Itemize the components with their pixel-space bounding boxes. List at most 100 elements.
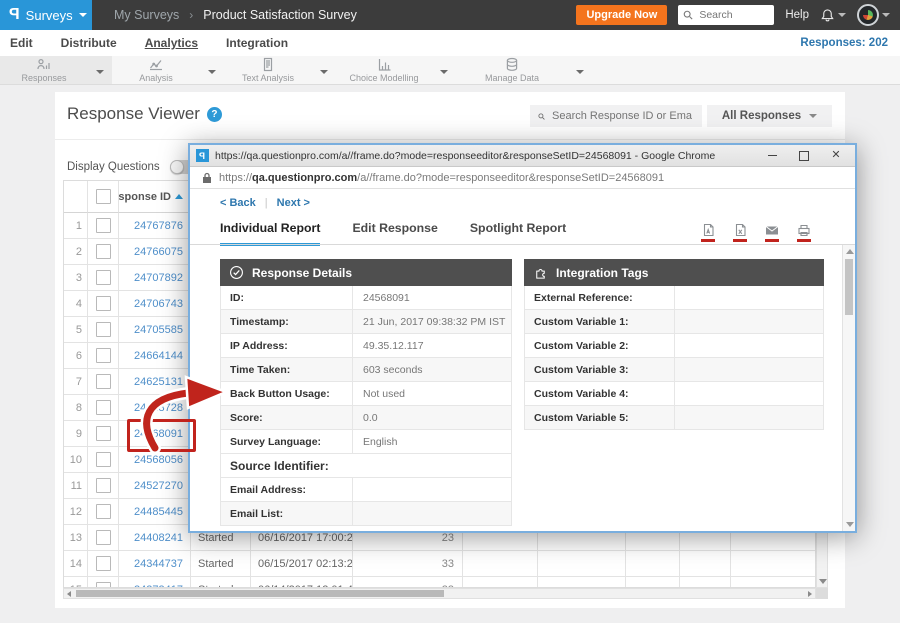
row-checkbox[interactable] [88, 239, 119, 265]
nav-distribute[interactable]: Distribute [61, 36, 117, 50]
response-id-link[interactable]: 24273417 [119, 577, 191, 588]
tag-value [675, 310, 823, 333]
tag-label: External Reference: [525, 286, 675, 309]
toolbar-responses[interactable]: Responses [0, 56, 112, 84]
detail-label: Email Address: [221, 478, 353, 501]
scroll-down-icon[interactable] [819, 579, 827, 584]
tag-row: External Reference: [524, 286, 824, 310]
nav-analytics[interactable]: Analytics [145, 36, 198, 50]
export-excel-button[interactable] [733, 223, 747, 242]
row-checkbox[interactable] [88, 525, 119, 551]
export-pdf-button[interactable] [701, 223, 715, 242]
row-checkbox[interactable] [88, 343, 119, 369]
bell-icon [820, 8, 835, 23]
back-link[interactable]: < Back [220, 197, 256, 209]
chevron-down-icon[interactable] [208, 70, 216, 74]
toolbar-text-analysis[interactable]: Text Analysis [224, 56, 336, 84]
page-title-row: Response Viewer ? [67, 104, 222, 124]
response-search-box[interactable] [530, 105, 702, 127]
row-checkbox[interactable] [88, 499, 119, 525]
row-checkbox[interactable] [88, 291, 119, 317]
close-button[interactable]: ✕ [823, 147, 849, 165]
response-id-link[interactable]: 24344737 [119, 551, 191, 577]
checkbox-icon [96, 348, 111, 363]
row-checkbox[interactable] [88, 577, 119, 588]
nav-integration[interactable]: Integration [226, 36, 288, 50]
toolbar-manage-data[interactable]: Manage Data [456, 56, 592, 84]
row-checkbox[interactable] [88, 213, 119, 239]
tab-edit-response[interactable]: Edit Response [352, 221, 437, 246]
global-search-input[interactable] [697, 8, 763, 22]
window-title-bar[interactable]: P https://qa.questionpro.com/a//frame.do… [190, 145, 855, 167]
response-id-link[interactable]: 24705585 [119, 317, 191, 343]
row-checkbox[interactable] [88, 369, 119, 395]
scrollbar-thumb[interactable] [845, 259, 853, 315]
tag-row: Custom Variable 4: [524, 382, 824, 406]
scroll-up-icon[interactable] [846, 249, 854, 254]
maximize-button[interactable] [791, 147, 817, 165]
empty-cell [731, 551, 815, 577]
chevron-down-icon[interactable] [440, 70, 448, 74]
empty-cell [680, 551, 731, 577]
response-id-link[interactable]: 24527270 [119, 473, 191, 499]
response-search-input[interactable] [550, 109, 694, 123]
detail-value: Not used [353, 382, 511, 405]
help-link[interactable]: Help [785, 9, 809, 21]
minimize-button[interactable] [759, 147, 785, 165]
scroll-right-icon[interactable] [808, 591, 812, 597]
help-question-icon[interactable]: ? [207, 107, 222, 122]
print-button[interactable] [797, 223, 811, 242]
tag-value [675, 334, 823, 357]
detail-row: Timestamp:21 Jun, 2017 09:38:32 PM IST [220, 310, 512, 334]
scroll-left-icon[interactable] [67, 591, 71, 597]
email-report-button[interactable] [765, 223, 779, 242]
lock-icon [202, 172, 212, 184]
address-bar[interactable]: https://qa.questionpro.com/a//frame.do?m… [190, 167, 855, 189]
response-id-link[interactable]: 24706743 [119, 291, 191, 317]
scroll-down-icon[interactable] [846, 522, 854, 527]
select-all-checkbox[interactable] [88, 181, 119, 213]
checkbox-icon [96, 400, 111, 415]
response-id-link[interactable]: 24766075 [119, 239, 191, 265]
scrollbar-thumb[interactable] [76, 590, 444, 597]
response-id-link[interactable]: 24707892 [119, 265, 191, 291]
toolbar-analysis[interactable]: Analysis [112, 56, 224, 84]
surveys-product-menu[interactable]: P Surveys [0, 0, 92, 30]
account-menu[interactable] [857, 4, 890, 26]
popup-vertical-scrollbar[interactable] [842, 245, 855, 531]
global-search-box[interactable] [678, 5, 774, 25]
all-responses-filter[interactable]: All Responses [707, 105, 832, 127]
notifications-menu[interactable] [820, 8, 846, 23]
pager-separator: | [265, 197, 268, 209]
row-index: 11 [64, 473, 88, 499]
survey-nav: Edit Distribute Analytics Integration Re… [0, 30, 900, 56]
tab-individual-report[interactable]: Individual Report [220, 221, 320, 246]
row-checkbox[interactable] [88, 447, 119, 473]
nav-edit[interactable]: Edit [10, 36, 33, 50]
table-horizontal-scrollbar[interactable] [63, 588, 816, 599]
row-checkbox[interactable] [88, 317, 119, 343]
chevron-down-icon[interactable] [576, 70, 584, 74]
chevron-down-icon[interactable] [320, 70, 328, 74]
breadcrumb-parent[interactable]: My Surveys [114, 8, 179, 22]
response-id-link[interactable]: 24485445 [119, 499, 191, 525]
checkbox-icon [96, 556, 111, 571]
tag-row: Custom Variable 5: [524, 406, 824, 430]
row-checkbox[interactable] [88, 421, 119, 447]
detail-value [353, 502, 511, 525]
row-checkbox[interactable] [88, 473, 119, 499]
toolbar-choice-modelling[interactable]: Choice Modelling [336, 56, 456, 84]
next-link[interactable]: Next > [277, 197, 310, 209]
individual-response-window: P https://qa.questionpro.com/a//frame.do… [188, 143, 857, 533]
row-checkbox[interactable] [88, 265, 119, 291]
row-checkbox[interactable] [88, 395, 119, 421]
questionpro-favicon: P [196, 149, 209, 162]
row-checkbox[interactable] [88, 551, 119, 577]
responses-count-badge[interactable]: Responses: 202 [800, 37, 900, 49]
response-id-link[interactable]: 24408241 [119, 525, 191, 551]
response-id-header[interactable]: Response ID [119, 181, 191, 213]
tab-spotlight-report[interactable]: Spotlight Report [470, 221, 566, 246]
chevron-down-icon[interactable] [96, 70, 104, 74]
upgrade-now-button[interactable]: Upgrade Now [576, 5, 667, 25]
response-id-link[interactable]: 24767876 [119, 213, 191, 239]
